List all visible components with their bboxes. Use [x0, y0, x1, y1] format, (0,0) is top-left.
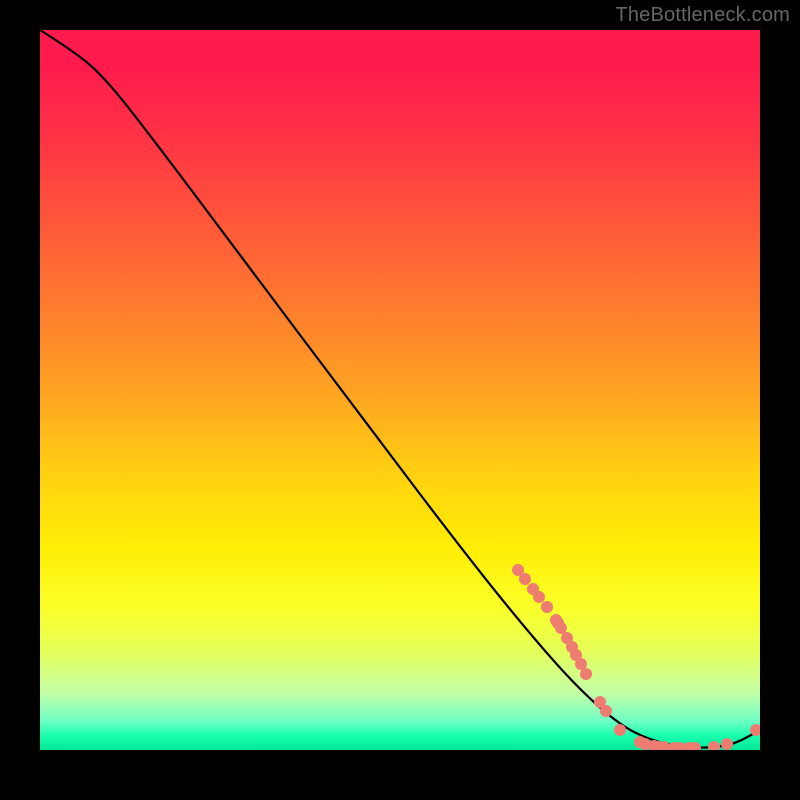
- curve-marker: [580, 668, 592, 680]
- curve-marker: [614, 724, 626, 736]
- curve-marker: [721, 738, 733, 750]
- curve-marker: [600, 705, 612, 717]
- plot-area: [40, 30, 760, 750]
- curve-marker: [708, 741, 720, 750]
- curve-marker: [541, 601, 553, 613]
- curve-marker: [533, 591, 545, 603]
- bottleneck-curve: [40, 30, 760, 748]
- curve-marker: [519, 573, 531, 585]
- chart-stage: TheBottleneck.com: [0, 0, 800, 800]
- chart-svg: [40, 30, 760, 750]
- curve-marker: [555, 622, 567, 634]
- watermark-text: TheBottleneck.com: [615, 4, 790, 27]
